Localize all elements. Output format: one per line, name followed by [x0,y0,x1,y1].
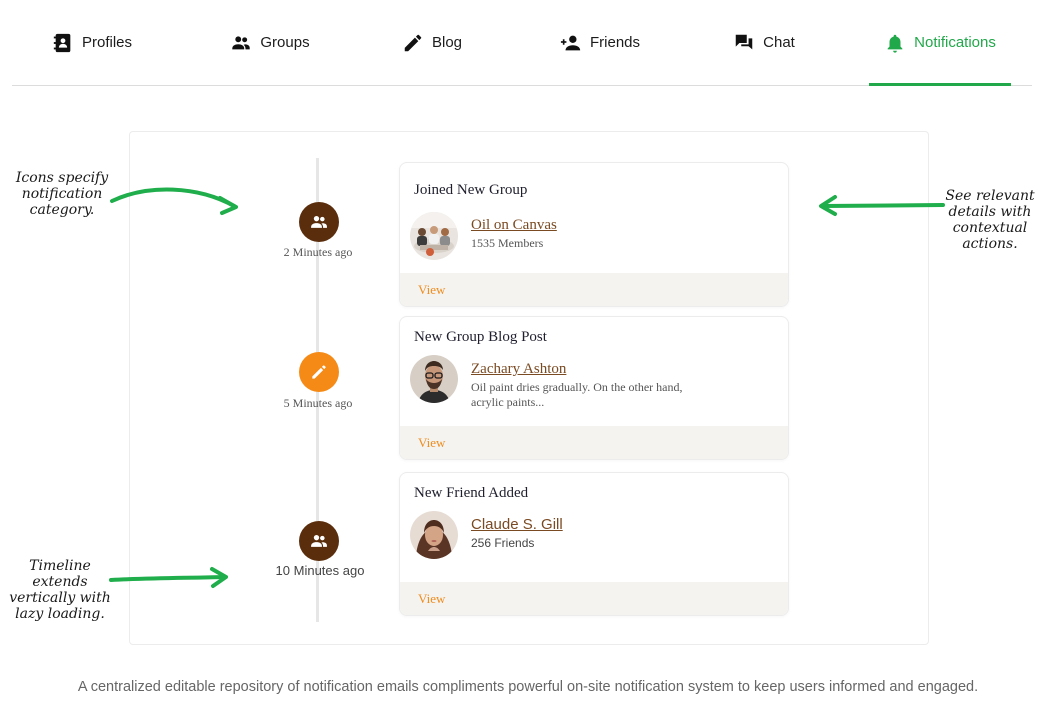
top-nav: Profiles Groups Blog Friends Chat Notifi… [12,0,1032,86]
group-avatar[interactable] [410,212,458,260]
friend-count: 256 Friends [471,536,535,550]
member-count: 1535 Members [471,236,544,250]
author-avatar[interactable] [410,355,458,403]
friend-avatar[interactable] [410,511,458,559]
annotation-details: See relevant details with contextual act… [945,188,1035,252]
annotation-icons: Icons specify notification category. [15,170,109,218]
tab-label: Notifications [914,34,996,51]
contact-book-icon [52,32,74,54]
notification-card: New Friend Added Claude S. Gill 256 Frie… [399,472,789,616]
view-link[interactable]: View [418,435,445,451]
tab-blog[interactable]: Blog [392,0,472,85]
tab-label: Chat [763,34,795,51]
view-link[interactable]: View [418,591,445,607]
timeline-node-blog [299,352,339,392]
pencil-icon [402,32,424,54]
arrow-icon [110,187,238,215]
pencil-icon [312,365,326,379]
add-person-icon [560,32,582,54]
arrow-icon [819,195,945,216]
timeline-node-group [299,202,339,242]
tab-label: Friends [589,34,641,51]
card-title: Joined New Group [414,182,528,198]
bell-icon [884,32,906,54]
group-icon [230,32,252,54]
arrow-icon [109,567,228,588]
tab-groups[interactable]: Groups [220,0,320,85]
footer-caption: A centralized editable repository of not… [77,679,979,695]
notification-card: Joined New Group Oil on Canvas 1535 Memb… [399,162,789,307]
chat-bubbles-icon [733,32,755,54]
tab-chat[interactable]: Chat [724,0,804,85]
group-icon [311,216,327,228]
tab-label: Groups [260,34,310,51]
card-title: New Friend Added [414,485,529,501]
timeline-time: 10 Minutes ago [275,563,365,578]
card-title: New Group Blog Post [414,329,547,345]
card-footer: View [400,582,788,615]
card-footer: View [400,273,788,306]
group-link[interactable]: Oil on Canvas [471,217,557,234]
author-link[interactable]: Zachary Ashton [471,361,566,378]
group-icon [311,535,327,547]
timeline-time: 2 Minutes ago [283,245,353,259]
timeline-node-group [299,521,339,561]
tab-label: Blog [431,34,463,51]
tab-profiles[interactable]: Profiles [42,0,142,85]
post-excerpt: Oil paint dries gradually. On the other … [471,380,683,409]
view-link[interactable]: View [418,282,445,298]
tab-label: Profiles [81,34,133,51]
notification-card: New Group Blog Post Zachary Ashton Oil p… [399,316,789,460]
tab-friends[interactable]: Friends [550,0,650,85]
annotation-timeline: Timeline extends vertically with lazy lo… [9,558,111,622]
card-footer: View [400,426,788,459]
timeline-time: 5 Minutes ago [283,396,353,410]
friend-link[interactable]: Claude S. Gill [471,516,563,533]
tab-notifications[interactable]: Notifications [869,0,1011,86]
